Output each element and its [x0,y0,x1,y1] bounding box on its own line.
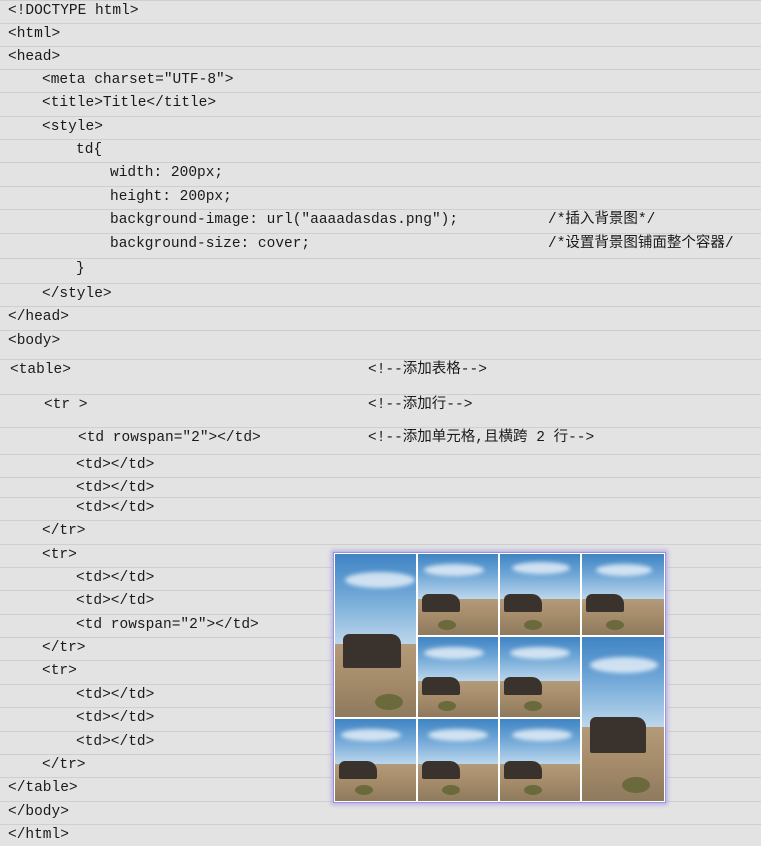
table-preview [333,552,666,803]
code-text: <table> [10,362,71,378]
code-text: <!DOCTYPE html> [8,3,139,19]
table-cell [499,718,581,802]
code-text: <td></td> [76,734,155,750]
code-line: <title>Title</title> [0,92,761,111]
code-line: background-size: cover; /*设置背景图铺面整个容器/ [0,233,761,252]
code-text: <td></td> [76,570,155,586]
table-cell-rowspan [581,636,665,802]
code-line: <tr> [0,544,761,563]
code-line: } [0,258,761,277]
code-comment: /*设置背景图铺面整个容器/ [548,236,734,252]
code-line: </head> [0,306,761,325]
code-text: } [76,261,85,277]
code-line: <meta charset="UTF-8"> [0,69,761,88]
table-cell [417,553,499,636]
code-text: width: 200px; [110,165,224,181]
code-text: <head> [8,49,61,65]
code-text: <body> [8,333,61,349]
code-document: <!DOCTYPE html> <html> <head> <meta char… [0,0,761,845]
code-text: <style> [42,119,103,135]
code-text: background-image: url("aaaadasdas.png"); [110,212,459,228]
code-text: </style> [42,286,112,302]
table-cell [417,636,499,718]
code-text: <tr> [42,547,77,563]
code-text: </body> [8,804,69,820]
code-line: background-image: url("aaaadasdas.png");… [0,209,761,228]
code-line: <head> [0,46,761,65]
table-cell [499,636,581,718]
code-comment: <!--添加单元格,且横跨 2 行--> [368,430,595,446]
table-cell [581,553,665,636]
code-line: <tr > <!--添加行--> [0,394,761,413]
code-comment: <!--添加行--> [368,397,473,413]
code-line: <body> [0,330,761,349]
code-text: </table> [8,780,78,796]
code-comment: /*插入背景图*/ [548,212,656,228]
code-text: </tr> [42,523,86,539]
code-line: <td></td> [0,454,761,473]
code-comment: <!--添加表格--> [368,362,487,378]
code-text: td{ [76,142,103,158]
code-text: <title>Title</title> [42,95,217,111]
table-cell [334,718,417,802]
code-line: </style> [0,283,761,302]
code-text: <html> [8,26,61,42]
code-line: <td rowspan="2"></td> <!--添加单元格,且横跨 2 行--… [0,427,761,446]
code-text: <td rowspan="2"></td> [76,617,259,633]
code-text: </tr> [42,640,86,656]
code-text: </head> [8,309,69,325]
code-text: <td rowspan="2"></td> [78,430,261,446]
code-line: <html> [0,23,761,42]
code-text: <td></td> [76,687,155,703]
code-text: <td></td> [76,500,155,516]
code-text: <meta charset="UTF-8"> [42,72,234,88]
code-line: <td></td> [0,477,761,496]
code-line: <table> <!--添加表格--> [0,359,761,378]
code-line: <!DOCTYPE html> [0,0,761,19]
code-line: width: 200px; [0,162,761,181]
code-line: height: 200px; [0,186,761,205]
code-text: <td></td> [76,710,155,726]
code-text: <td></td> [76,457,155,473]
code-line: </tr> [0,520,761,539]
code-text: <td></td> [76,480,155,496]
code-line: <td></td> [0,497,761,516]
code-line: <style> [0,116,761,135]
code-text: <tr> [42,663,77,679]
table-cell [417,718,499,802]
code-text: background-size: cover; [110,236,311,252]
code-text: </html> [8,827,69,843]
table-cell [499,553,581,636]
code-text: height: 200px; [110,189,232,205]
code-text: </tr> [42,757,86,773]
code-line: </html> [0,824,761,843]
code-text: <td></td> [76,593,155,609]
code-text: <tr > [44,397,88,413]
code-line: td{ [0,139,761,158]
table-cell-rowspan [334,553,417,718]
